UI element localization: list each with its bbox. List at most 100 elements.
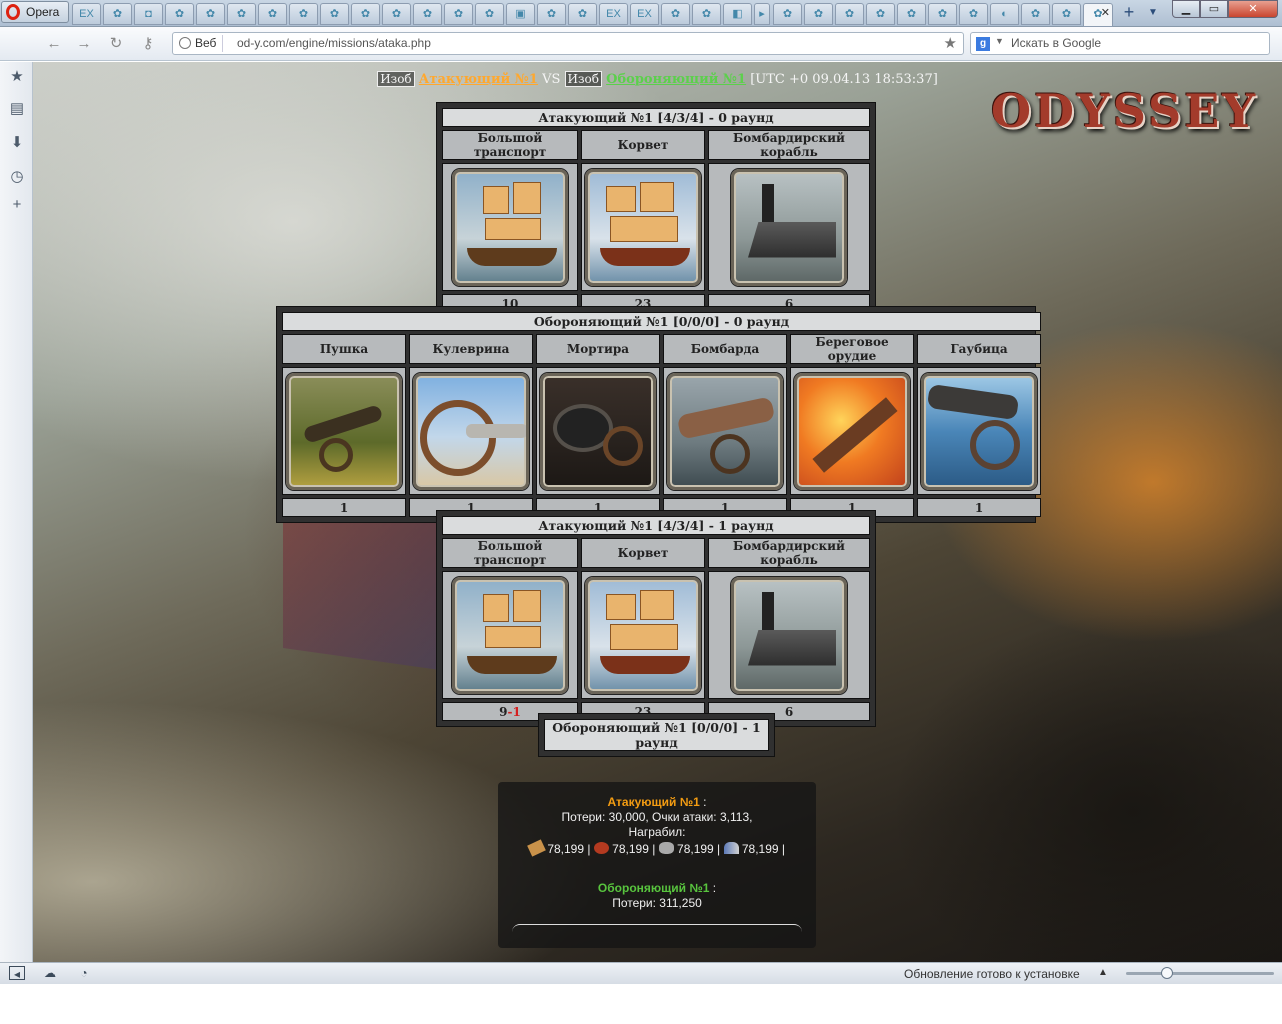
url-text[interactable]: od-y.com/engine/missions/ataka.php <box>237 36 431 50</box>
minimize-button[interactable]: ▁ <box>1172 0 1200 18</box>
zoom-slider[interactable] <box>1126 972 1274 975</box>
unit-name: Кулеврина <box>409 334 533 364</box>
history-clock-icon[interactable]: ◷ <box>8 168 26 186</box>
panel-toggle-icon[interactable]: ◂ <box>9 966 25 981</box>
plunder-list: 78,199 | 78,199 | 78,199 | 78,199 | <box>498 839 816 857</box>
round-title: Атакующий №1 [4/3/4] - 0 раунд <box>442 108 870 127</box>
unit-name: Корвет <box>581 538 705 568</box>
food-icon <box>593 842 609 854</box>
tab-menu-chevron-icon[interactable]: ▼ <box>1148 3 1162 23</box>
tab[interactable]: ✿ <box>773 3 802 25</box>
tab[interactable]: ✿ <box>661 3 690 25</box>
ship-transport-icon <box>452 168 568 286</box>
tab[interactable]: ✿ <box>568 3 597 25</box>
side-panel: ★ ▤ ⬇ ◷ + <box>0 62 33 962</box>
bookmark-star-icon[interactable]: ★ <box>944 34 957 52</box>
tab[interactable]: ◧ <box>723 3 752 25</box>
tab[interactable]: ✿ <box>258 3 287 25</box>
unit-name: Береговое орудие <box>790 334 914 364</box>
coastal-gun-icon <box>794 372 910 490</box>
battle-header: Изоб Атакующий №1 VS Изоб Обороняющий №1… <box>33 71 1282 87</box>
tab[interactable]: ✿ <box>897 3 926 25</box>
tab[interactable]: ✿ <box>196 3 225 25</box>
tab[interactable]: ✿ <box>692 3 721 25</box>
tab[interactable]: ✿ <box>959 3 988 25</box>
google-icon[interactable]: g <box>976 37 990 51</box>
tab-bar: Opera EX ✿ ◘ ✿ ✿ ✿ ✿ ✿ ✿ ✿ ✿ ✿ ✿ ✿ ▣ ✿ ✿… <box>0 0 1282 27</box>
tab[interactable]: ✿ <box>475 3 504 25</box>
new-tab-button[interactable]: + <box>1118 3 1140 24</box>
tab[interactable]: ▣ <box>506 3 535 25</box>
defender-image-button[interactable]: Изоб <box>564 71 603 87</box>
forward-arrow-icon[interactable]: → <box>73 35 95 53</box>
cannon-icon <box>286 372 402 490</box>
maximize-button[interactable]: ▭ <box>1200 0 1228 18</box>
opera-menu-button[interactable]: Opera <box>1 1 69 23</box>
attacker-image-button[interactable]: Изоб <box>377 71 415 87</box>
close-tab-icon[interactable]: ✕ <box>1101 3 1110 23</box>
globe-icon <box>179 37 191 49</box>
unit-name: Большой транспорт <box>442 538 578 568</box>
notes-icon[interactable]: ▤ <box>8 100 26 118</box>
defender-losses: Потери: 311,250 <box>612 896 702 910</box>
round-title: Обороняющий №1 [0/0/0] - 0 раунд <box>282 312 1041 331</box>
bookmarks-star-icon[interactable]: ★ <box>8 68 26 86</box>
tab[interactable]: ◐ <box>990 3 1019 25</box>
key-icon[interactable]: ⚷ <box>137 35 159 53</box>
tab-active[interactable]: ✿ ✕ <box>1083 3 1113 27</box>
reload-icon[interactable]: ↻ <box>105 35 127 53</box>
tab[interactable]: ✿ <box>382 3 411 25</box>
unit-name: Бомбардирский корабль <box>708 130 870 160</box>
tab[interactable]: ✿ <box>320 3 349 25</box>
odyssey-logo: ODYSSEY <box>991 84 1259 138</box>
tab[interactable]: EX <box>599 3 628 25</box>
tab[interactable]: ✿ <box>866 3 895 25</box>
tab[interactable]: ✿ <box>804 3 833 25</box>
tab[interactable]: ✿ <box>444 3 473 25</box>
close-window-button[interactable]: ✕ <box>1228 0 1278 18</box>
tab[interactable]: ✿ <box>1021 3 1050 25</box>
tab[interactable]: ✿ <box>928 3 957 25</box>
chevron-down-icon[interactable]: ▼ <box>995 36 1004 46</box>
tab[interactable]: ✿ <box>413 3 442 25</box>
bombard-icon <box>667 372 783 490</box>
tab[interactable]: ✿ <box>351 3 380 25</box>
round-table: Атакующий №1 [4/3/4] - 1 раунд Большой т… <box>436 510 876 727</box>
ship-corvette-icon <box>585 576 701 694</box>
tab[interactable]: ◘ <box>134 3 163 25</box>
zoom-slider-handle[interactable] <box>1161 967 1173 979</box>
culverin-icon <box>413 372 529 490</box>
search-field[interactable]: g ▼ Искать в Google <box>970 32 1270 55</box>
tab[interactable]: ✿ <box>1052 3 1081 25</box>
status-text[interactable]: Обновление готово к установке <box>904 967 1080 981</box>
status-bar: ◂ ☁ ◔ Обновление готово к установке ▲ <box>0 962 1282 984</box>
tab[interactable]: ✿ <box>289 3 318 25</box>
address-field[interactable]: Веб od-y.com/engine/missions/ataka.php ★ <box>172 32 964 55</box>
round-title: Атакующий №1 [4/3/4] - 1 раунд <box>442 516 870 535</box>
tab-scroll-icon[interactable]: ▸ <box>754 3 770 25</box>
unit-count: 1 <box>282 498 406 517</box>
chevron-up-icon[interactable]: ▲ <box>1098 967 1108 978</box>
back-arrow-icon[interactable]: ← <box>43 35 65 53</box>
tab[interactable]: ✿ <box>835 3 864 25</box>
tab[interactable]: EX <box>630 3 659 25</box>
cloud-icon[interactable]: ☁ <box>42 966 58 980</box>
unit-name: Мортира <box>536 334 660 364</box>
round-table: Обороняющий №1 [0/0/0] - 0 раунд Пушка К… <box>276 306 1041 523</box>
search-placeholder[interactable]: Искать в Google <box>1011 36 1101 50</box>
attacker-losses: Потери: 30,000, Очки атаки: 3,113, <box>561 810 753 824</box>
tab[interactable]: EX <box>72 3 101 25</box>
site-info-badge[interactable]: Веб <box>175 35 224 52</box>
unit-name: Корвет <box>581 130 705 160</box>
tab[interactable]: ✿ <box>165 3 194 25</box>
speedometer-icon[interactable]: ◔ <box>76 966 92 980</box>
downloads-icon[interactable]: ⬇ <box>8 134 26 152</box>
attacker-link[interactable]: Атакующий №1 <box>419 72 538 87</box>
defender-link[interactable]: Обороняющий №1 <box>606 72 746 87</box>
add-panel-icon[interactable]: + <box>8 196 26 214</box>
tab[interactable]: ✿ <box>103 3 132 25</box>
tab[interactable]: ✿ <box>227 3 256 25</box>
address-toolbar: ← → ↻ ⚷ Веб od-y.com/engine/missions/ata… <box>0 27 1282 61</box>
tab[interactable]: ✿ <box>537 3 566 25</box>
unit-count: 1 <box>917 498 1041 517</box>
